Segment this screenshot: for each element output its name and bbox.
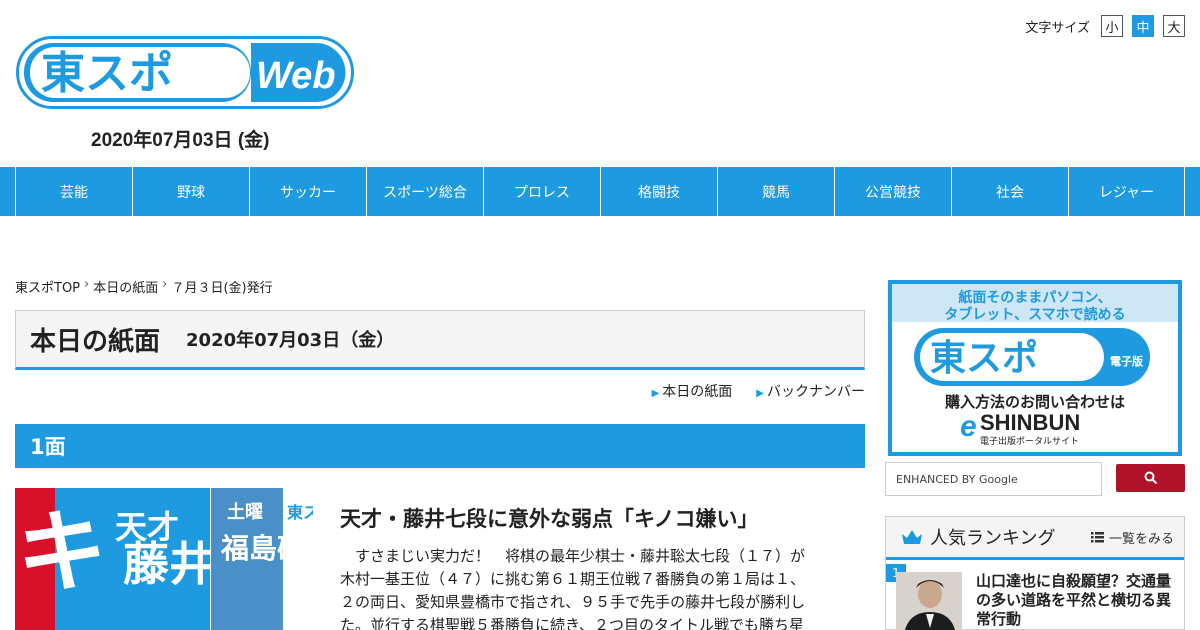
search-button[interactable] [1116, 464, 1185, 492]
paper-headline-ki: キ [17, 500, 107, 605]
ranking-more-link[interactable]: 一覧をみる [1090, 528, 1174, 547]
site-search: ENHANCED BY Google [885, 462, 1185, 496]
breadcrumb-separator: › [84, 277, 90, 292]
front-page-image[interactable]: キ 天才 藤井 土曜 福島確 東スポ [15, 488, 313, 630]
main-nav: 芸能 野球 サッカー スポーツ総合 プロレス 格闘技 競馬 公営競技 社会 レジ… [0, 167, 1200, 216]
sublink-back-numbers-label: バックナンバー [767, 384, 865, 400]
sub-links: ▶ 本日の紙面 ▶ バックナンバー [652, 381, 865, 401]
nav-item-soccer[interactable]: サッカー [249, 167, 366, 216]
popular-ranking: 人気ランキング 一覧をみる 1 山口達也に自殺願望？交通量の多い道路を平然と横切… [885, 516, 1185, 630]
article-body-line: すさまじい実力だ！ 将棋の最年少棋士・藤井聡太七段（１７）が [340, 547, 806, 565]
nav-item-martial-arts[interactable]: 格闘技 [600, 167, 717, 216]
ranking-more-label: 一覧をみる [1108, 531, 1174, 547]
nav-item-leisure[interactable]: レジャー [1068, 167, 1185, 216]
logo-text: 東スポ [41, 48, 173, 99]
ad-eshinbun-sub: 電子出版ポータルサイト [980, 435, 1079, 447]
sublink-today-paper[interactable]: ▶ 本日の紙面 [652, 381, 733, 401]
font-size-medium-button[interactable]: 中 [1132, 15, 1154, 37]
header-date: 2020年07月03日 (金) [91, 130, 270, 151]
triangle-right-icon: ▶ [756, 388, 764, 399]
paper-headline-2: 藤井 [123, 537, 215, 591]
paper-brand: 東スポ [287, 503, 313, 522]
nav-item-public-racing[interactable]: 公営競技 [834, 167, 951, 216]
ad-line-2: タブレット、スマホで読める [944, 306, 1125, 323]
nav-item-prowrestling[interactable]: プロレス [483, 167, 600, 216]
ranking-title: 人気ランキング [930, 528, 1056, 549]
article-body: すさまじい実力だ！ 将棋の最年少棋士・藤井聡太七段（１７）が 木村一基王位（４７… [340, 545, 840, 630]
breadcrumb-current: ７月３日(金)発行 [171, 281, 273, 296]
font-size-label: 文字サイズ [1025, 20, 1090, 36]
nav-item-baseball[interactable]: 野球 [132, 167, 249, 216]
nav-item-society[interactable]: 社会 [951, 167, 1068, 216]
page-title: 本日の紙面 [30, 326, 161, 357]
breadcrumb: 東スポTOP › 本日の紙面 › ７月３日(金)発行 [15, 277, 273, 296]
breadcrumb-top-link[interactable]: 東スポTOP [15, 277, 80, 296]
ranking-item[interactable]: 1 山口達也に自殺願望？交通量の多い道路を平然と横切る異常行動 [886, 564, 1184, 630]
digital-edition-banner[interactable]: 紙面そのままパソコン、 タブレット、スマホで読める 東スポ 電子版 購入方法のお… [888, 280, 1182, 456]
search-icon [1144, 471, 1157, 485]
article-body-line: 木村一基王位（４７）に挑む第６１期王位戦７番勝負の第１局は１、 [340, 570, 806, 588]
ad-brand-sub: 電子版 [1110, 354, 1143, 368]
ad-inquiry: 購入方法のお問い合わせは [944, 393, 1125, 411]
sublink-back-numbers[interactable]: ▶ バックナンバー [756, 381, 865, 401]
ranking-thumbnail [896, 572, 962, 630]
article-body-line: ２の両日、愛知県豊橋市で指され、９５手で先手の藤井七段が勝利し [340, 593, 806, 611]
ad-line-1: 紙面そのままパソコン、 [958, 289, 1111, 306]
ranking-header: 人気ランキング 一覧をみる [886, 517, 1184, 560]
nav-item-sports-general[interactable]: スポーツ総合 [366, 167, 483, 216]
nav-item-horse-racing[interactable]: 競馬 [717, 167, 834, 216]
ad-eshinbun-e: e [960, 410, 977, 443]
ad-eshinbun: SHINBUN [980, 410, 1080, 435]
font-size-selector: 文字サイズ 小 中 大 [1025, 15, 1185, 37]
font-size-large-button[interactable]: 大 [1163, 15, 1185, 37]
ranking-item-title: 山口達也に自殺願望？交通量の多い道路を平然と横切る異常行動 [976, 572, 1172, 628]
list-icon [1090, 531, 1104, 542]
font-size-small-button[interactable]: 小 [1101, 15, 1123, 37]
breadcrumb-separator: › [162, 277, 168, 292]
page-title-date: 2020年07月03日（金） [186, 330, 395, 351]
ad-brand: 東スポ [930, 337, 1038, 379]
paper-sub-1: 土曜 [227, 502, 263, 523]
page-title-box: 本日の紙面 2020年07月03日（金） [15, 310, 865, 370]
triangle-right-icon: ▶ [651, 388, 660, 399]
search-input[interactable]: ENHANCED BY Google [885, 462, 1102, 496]
crown-icon [902, 530, 922, 544]
article-title[interactable]: 天才・藤井七段に意外な弱点「キノコ嫌い」 [340, 503, 759, 533]
tospo-web-logo[interactable]: 東スポ Web [16, 36, 354, 109]
nav-item-entertainment[interactable]: 芸能 [15, 167, 132, 216]
site-header: 東スポ Web 2020年07月03日 (金) 文字サイズ 小 中 大 [0, 0, 1200, 167]
sublink-today-paper-label: 本日の紙面 [662, 384, 733, 400]
article-body-line: た。並行する棋聖戦５番勝負に続き、２つ目のタイトル戦でも勝ち星 [340, 616, 804, 630]
section-header-page1: 1面 [15, 424, 865, 468]
logo-web-text: Web [256, 55, 336, 97]
breadcrumb-today-link[interactable]: 本日の紙面 [93, 277, 158, 296]
